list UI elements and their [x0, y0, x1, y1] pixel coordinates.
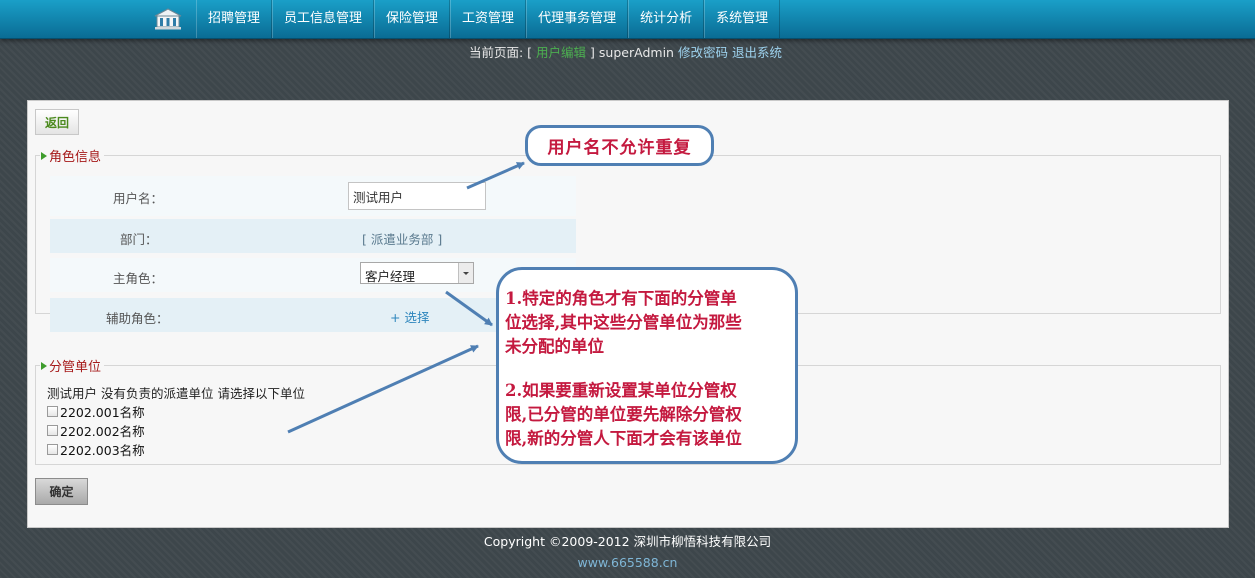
note-line: 位选择,其中这些分管单位为那些 — [505, 313, 742, 332]
note-line: 未分配的单位 — [505, 337, 604, 356]
note-line: 1.特定的角色才有下面的分管单 — [505, 289, 737, 308]
arrow-from-units — [287, 344, 479, 434]
footer-copyright: Copyright ©2009-2012 深圳市柳悟科技有限公司 — [483, 534, 772, 549]
annotation-managed-units-rules: 1.特定的角色才有下面的分管单 位选择,其中这些分管单位为那些 未分配的单位 2… — [496, 267, 798, 464]
arrow-to-username — [466, 161, 525, 190]
annotation-unique-username: 用户名不允许重复 — [525, 125, 714, 166]
note-line: 限,已分管的单位要先解除分管权 — [505, 405, 742, 424]
note-line: 2.如果要重新设置某单位分管权 — [505, 381, 737, 400]
note-spacer — [505, 359, 787, 379]
footer-url[interactable]: www.665588.cn — [0, 555, 1255, 570]
arrow-to-note — [445, 290, 493, 327]
note-line: 限,新的分管人下面才会有该单位 — [505, 429, 742, 448]
